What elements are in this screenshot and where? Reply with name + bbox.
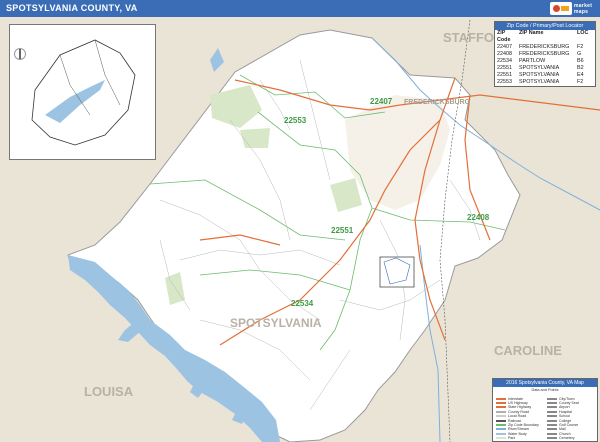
- legend-swatch: [547, 419, 557, 422]
- map-frame: SPOTSYLVANIA COUNTY, VA market maps STAF…: [0, 0, 600, 442]
- zip-header-name: ZIP Name: [519, 30, 544, 36]
- market-maps-logo-icon: [550, 2, 572, 15]
- table-row: 22551 SPOTSYLVANIA B2: [495, 65, 595, 72]
- zip-loc: F2: [577, 79, 584, 85]
- legend-label: Park: [508, 436, 516, 441]
- legend-swatch: [547, 428, 557, 431]
- legend-title: 2016 Spotsylvania County, VA Map: [493, 379, 597, 387]
- zip-code: 22551: [497, 72, 512, 78]
- place-louisa: LOUISA: [84, 384, 134, 399]
- zip-label-22408: 22408: [467, 213, 490, 222]
- zip-label-22553: 22553: [284, 116, 307, 125]
- place-spotsylvania: SPOTSYLVANIA: [230, 316, 322, 330]
- legend-swatch: [496, 410, 506, 413]
- legend-swatch: [496, 397, 506, 400]
- legend-swatch: [496, 415, 506, 418]
- legend-swatch: [496, 423, 506, 426]
- legend-swatch: [496, 406, 506, 409]
- zip-code: 22553: [497, 79, 512, 85]
- legend-subtitle: Data and Points: [531, 388, 559, 392]
- zip-loc: F2: [577, 44, 584, 50]
- brand-line2: maps: [574, 8, 589, 15]
- zip-table-title: Zip Code / Primary/Post Locator: [495, 22, 595, 30]
- zip-code: 22408: [497, 51, 512, 57]
- zip-code: 22407: [497, 44, 512, 50]
- legend-item: Park: [496, 436, 544, 441]
- map-title: SPOTSYLVANIA COUNTY, VA: [6, 3, 138, 13]
- zip-loc: G: [577, 51, 582, 57]
- legend-swatch: [496, 419, 506, 422]
- table-row: 22534 PARTLOW B6: [495, 58, 595, 65]
- zip-header-loc: LOC: [577, 30, 589, 36]
- table-row: 22408 FREDERICKSBURG G: [495, 51, 595, 58]
- place-fredericksburg: FREDERICKSBURG: [404, 99, 471, 106]
- table-row: 22551 SPOTSYLVANIA E4: [495, 72, 595, 79]
- inset-locator-map: [9, 24, 156, 160]
- legend-swatch: [547, 397, 557, 400]
- legend-swatch: [496, 428, 506, 431]
- park-area-3: [240, 128, 270, 148]
- zip-loc: E4: [577, 72, 584, 78]
- zip-code: 22534: [497, 58, 512, 64]
- legend-swatch: [547, 437, 557, 440]
- zip-loc: B2: [577, 65, 584, 71]
- zip-name: SPOTSYLVANIA: [519, 79, 560, 85]
- compass-icon: [14, 48, 26, 60]
- zip-name: SPOTSYLVANIA: [519, 72, 560, 78]
- inset-map-svg: [31, 39, 136, 146]
- legend-item: Cemetery: [547, 436, 595, 441]
- zip-name: FREDERICKSBURG: [519, 44, 570, 50]
- zip-label-22551: 22551: [331, 226, 354, 235]
- map-title-bar: SPOTSYLVANIA COUNTY, VA market maps: [0, 0, 600, 17]
- legend-swatch: [547, 432, 557, 435]
- legend-swatch: [547, 410, 557, 413]
- zip-table-header: ZIP Code ZIP Name LOC: [495, 30, 595, 44]
- zip-label-22407: 22407: [370, 97, 393, 106]
- place-caroline: CAROLINE: [494, 343, 562, 358]
- pond-north: [210, 48, 224, 72]
- legend-swatch: [496, 437, 506, 440]
- zip-loc: B6: [577, 58, 584, 64]
- zip-header-code: ZIP Code: [497, 30, 511, 43]
- table-row: 22407 FREDERICKSBURG F2: [495, 44, 595, 51]
- zip-name: PARTLOW: [519, 58, 546, 64]
- zip-code: 22551: [497, 65, 512, 71]
- zip-name: SPOTSYLVANIA: [519, 65, 560, 71]
- legend-swatch: [496, 401, 506, 404]
- table-row: 22553 SPOTSYLVANIA F2: [495, 79, 595, 86]
- legend-swatch: [547, 423, 557, 426]
- legend-swatch: [547, 415, 557, 418]
- zip-locator-table: Zip Code / Primary/Post Locator ZIP Code…: [494, 21, 596, 87]
- brand-tagline: market maps: [574, 3, 596, 15]
- legend-label: Cemetery: [559, 436, 575, 441]
- zip-label-22534: 22534: [291, 299, 314, 308]
- legend-swatch: [496, 432, 506, 435]
- legend-swatch: [547, 401, 557, 404]
- map-legend: 2016 Spotsylvania County, VA Map Data an…: [492, 378, 598, 442]
- zip-name: FREDERICKSBURG: [519, 51, 570, 57]
- legend-swatch: [547, 406, 557, 409]
- brand-logo: market maps: [550, 1, 596, 16]
